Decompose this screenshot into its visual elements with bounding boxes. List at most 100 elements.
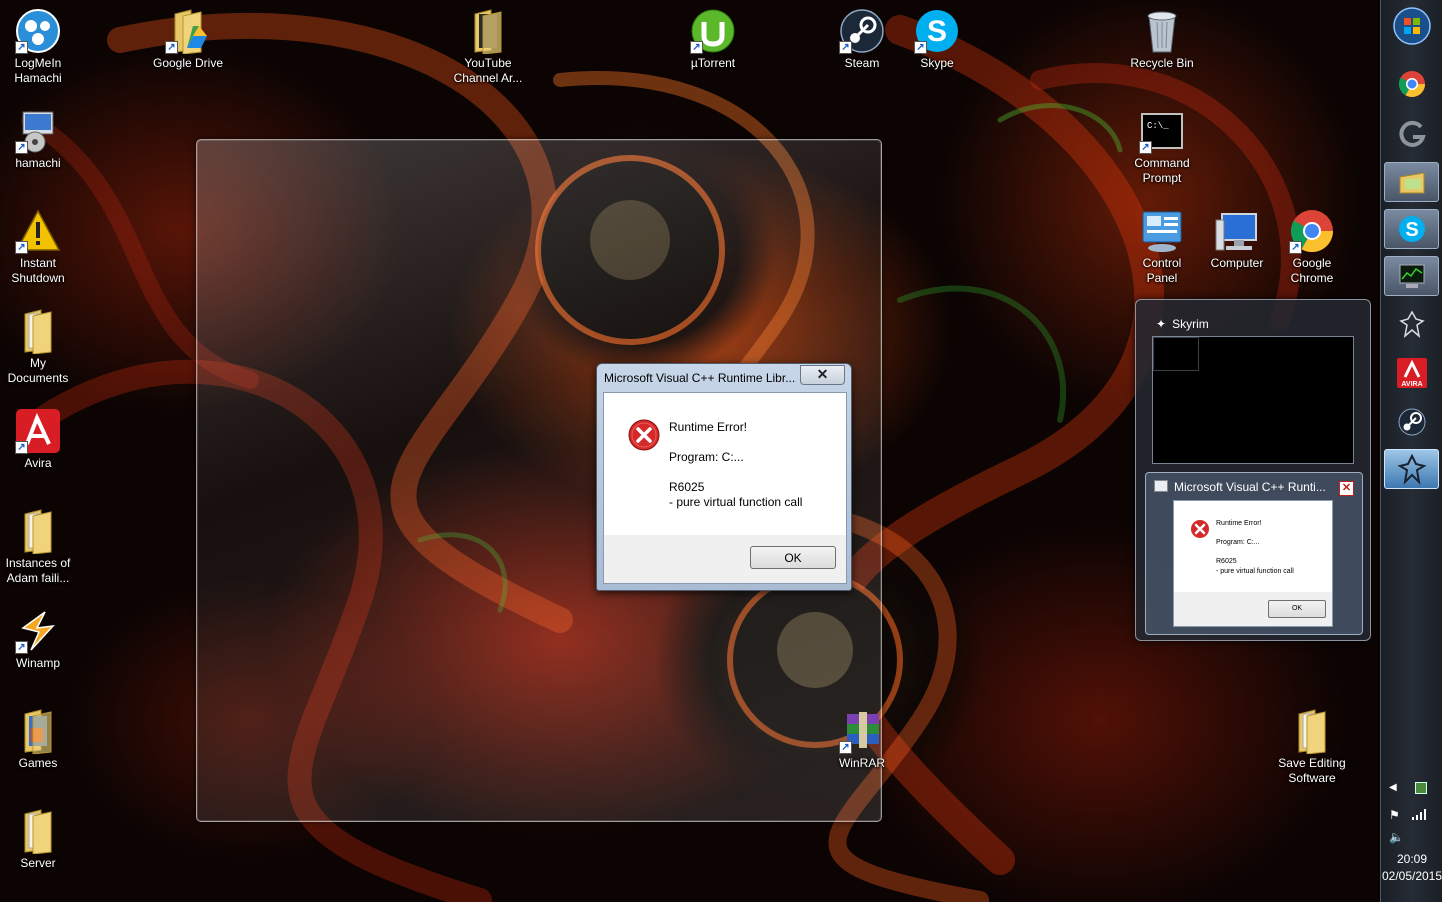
- action-center-flag-icon[interactable]: ⚑: [1389, 808, 1400, 822]
- show-hidden-icons-button[interactable]: ◀: [1389, 782, 1397, 793]
- vc-thumbnail-label: Microsoft Visual C++ Runti...: [1174, 480, 1326, 494]
- shortcut-arrow-icon: ↗: [839, 741, 852, 754]
- recycle-bin-icon: [1139, 8, 1185, 54]
- message-line: Runtime Error!: [669, 420, 748, 434]
- folder-icon: [465, 8, 511, 54]
- thumbnail-footer: OK: [1174, 592, 1332, 626]
- icon-label: Control: [1142, 256, 1182, 270]
- shortcut-arrow-icon: ↗: [15, 441, 28, 454]
- icon-label: Steam: [844, 56, 880, 70]
- start-button[interactable]: [1384, 6, 1439, 46]
- error-icon: [628, 419, 660, 454]
- skype-icon: S: [1398, 216, 1425, 242]
- steam-icon: [1398, 408, 1425, 436]
- shortcut-arrow-icon: ↗: [1289, 241, 1302, 254]
- error-icon: [1191, 520, 1209, 538]
- google-drive-icon: ↗: [165, 8, 211, 55]
- taskbar-task-manager[interactable]: [1384, 256, 1439, 296]
- desktop-icon-hamachi[interactable]: ↗ hamachi: [0, 108, 76, 171]
- dialog-titlebar[interactable]: Microsoft Visual C++ Runtime Libr... ✕: [597, 364, 851, 392]
- network-signal-icon[interactable]: [1411, 808, 1427, 823]
- desktop-icon-command-prompt[interactable]: C:\_ ↗ Command Prompt: [1124, 108, 1200, 186]
- icon-label: Avira: [24, 456, 52, 470]
- desktop-icon-save-editing-software[interactable]: Save Editing Software: [1274, 708, 1350, 786]
- icon-label: Channel Ar...: [453, 71, 523, 85]
- desktop-icon-control-panel[interactable]: Control Panel: [1124, 208, 1200, 286]
- desktop-icon-google-drive[interactable]: ↗ Google Drive: [150, 8, 226, 71]
- thumbnail-message: Runtime Error! Program: C:... R6025 - pu…: [1216, 519, 1294, 577]
- control-panel-icon: [1139, 208, 1185, 254]
- icon-label: Documents: [7, 371, 69, 385]
- desktop-icon-winrar[interactable]: ↗ WinRAR: [824, 708, 900, 771]
- icon-label: Panel: [1146, 271, 1178, 285]
- folder-icon: [15, 808, 61, 854]
- skyrim-thumbnail-preview[interactable]: [1152, 336, 1354, 464]
- vc-runtime-thumbnail[interactable]: Microsoft Visual C++ Runti... ✕ Runtime …: [1145, 472, 1363, 635]
- avira-icon: ↗: [15, 408, 61, 454]
- icon-label: Computer: [1210, 256, 1264, 270]
- folder-icon: [15, 508, 61, 554]
- desktop-icon-server[interactable]: Server: [0, 808, 76, 871]
- taskbar-chrome[interactable]: [1384, 64, 1439, 104]
- dialog-client-area: Runtime Error! Program: C:... R6025 - pu…: [603, 392, 847, 584]
- desktop-icon-youtube-channel-folder[interactable]: YouTube Channel Ar...: [450, 8, 526, 86]
- message-line: - pure virtual function call: [1216, 568, 1294, 575]
- taskbar-explorer[interactable]: [1384, 162, 1439, 202]
- icon-label: YouTube: [464, 56, 512, 70]
- taskbar-logitech[interactable]: [1384, 114, 1439, 154]
- icon-label: Software: [1288, 771, 1336, 785]
- thumbnail-close-button[interactable]: ✕: [1339, 481, 1354, 496]
- taskbar-skyrim-pinned[interactable]: [1384, 304, 1439, 344]
- desktop-icon-winamp[interactable]: ↗ Winamp: [0, 608, 76, 671]
- message-line: - pure virtual function call: [669, 495, 803, 509]
- dialog-close-button[interactable]: ✕: [800, 365, 845, 385]
- icon-label: Shutdown: [11, 271, 65, 285]
- desktop-icon-recycle-bin[interactable]: Recycle Bin: [1124, 8, 1200, 71]
- ok-button[interactable]: OK: [750, 546, 836, 569]
- desktop-icon-games[interactable]: Games: [0, 708, 76, 771]
- skyrim-thumbnail-title[interactable]: ✦ Skyrim: [1156, 317, 1209, 331]
- show-desktop-icon[interactable]: [1415, 782, 1427, 794]
- icon-label: Prompt: [1142, 171, 1182, 185]
- clock-time[interactable]: 20:09: [1381, 852, 1442, 866]
- vc-thumbnail-title: Microsoft Visual C++ Runti...: [1154, 480, 1326, 494]
- folder-icon: [15, 708, 61, 754]
- message-line: R6025: [1216, 558, 1237, 565]
- svg-text:C:\_: C:\_: [1147, 121, 1169, 131]
- skyrim-icon: [1396, 453, 1427, 485]
- icon-label: Adam faili...: [6, 571, 70, 585]
- dialog-footer: OK: [604, 535, 846, 583]
- desktop-icon-skype[interactable]: S ↗ Skype: [899, 8, 975, 71]
- desktop-icon-computer[interactable]: Computer: [1199, 208, 1275, 271]
- desktop-icon-instant-shutdown[interactable]: ↗ Instant Shutdown: [0, 208, 76, 286]
- desktop-icon-utorrent[interactable]: ↗ µTorrent: [675, 8, 751, 71]
- desktop-icon-avira[interactable]: ↗ Avira: [0, 408, 76, 471]
- svg-text:S: S: [927, 15, 947, 48]
- taskbar-avira[interactable]: AVIRA: [1384, 353, 1439, 393]
- desktop-icon-logmein-hamachi[interactable]: ↗ LogMeIn Hamachi: [0, 8, 76, 86]
- logitech-gaming-icon: [1398, 120, 1426, 147]
- clock-date[interactable]: 02/05/2015: [1381, 869, 1442, 883]
- shortcut-arrow-icon: ↗: [1139, 141, 1152, 154]
- icon-label: Hamachi: [14, 71, 62, 85]
- shortcut-arrow-icon: ↗: [15, 641, 28, 654]
- desktop-icon-steam[interactable]: ↗ Steam: [824, 8, 900, 71]
- desktop-icon-instances-folder[interactable]: Instances of Adam faili...: [0, 508, 76, 586]
- desktop-icon-my-documents[interactable]: My Documents: [0, 308, 76, 386]
- winrar-icon: ↗: [839, 708, 885, 754]
- icon-label: Save Editing: [1278, 756, 1346, 770]
- skyrim-icon: [1398, 310, 1425, 338]
- avira-icon: AVIRA: [1396, 358, 1427, 388]
- svg-text:S: S: [1405, 219, 1418, 241]
- vc-thumbnail-preview: Runtime Error! Program: C:... R6025 - pu…: [1173, 500, 1333, 627]
- skyrim-thumbnail-label: Skyrim: [1172, 317, 1209, 331]
- icon-label: Skype: [920, 56, 954, 70]
- volume-icon[interactable]: 🔈: [1389, 830, 1404, 844]
- message-line: Program: C:...: [669, 450, 744, 464]
- start-orb-icon: [1392, 7, 1431, 45]
- icon-label: Command: [1134, 156, 1190, 170]
- taskbar-skyrim-running[interactable]: [1384, 449, 1439, 489]
- desktop-icon-google-chrome[interactable]: ↗ Google Chrome: [1274, 208, 1350, 286]
- taskbar-steam[interactable]: [1384, 402, 1439, 442]
- taskbar-skype[interactable]: S: [1384, 209, 1439, 249]
